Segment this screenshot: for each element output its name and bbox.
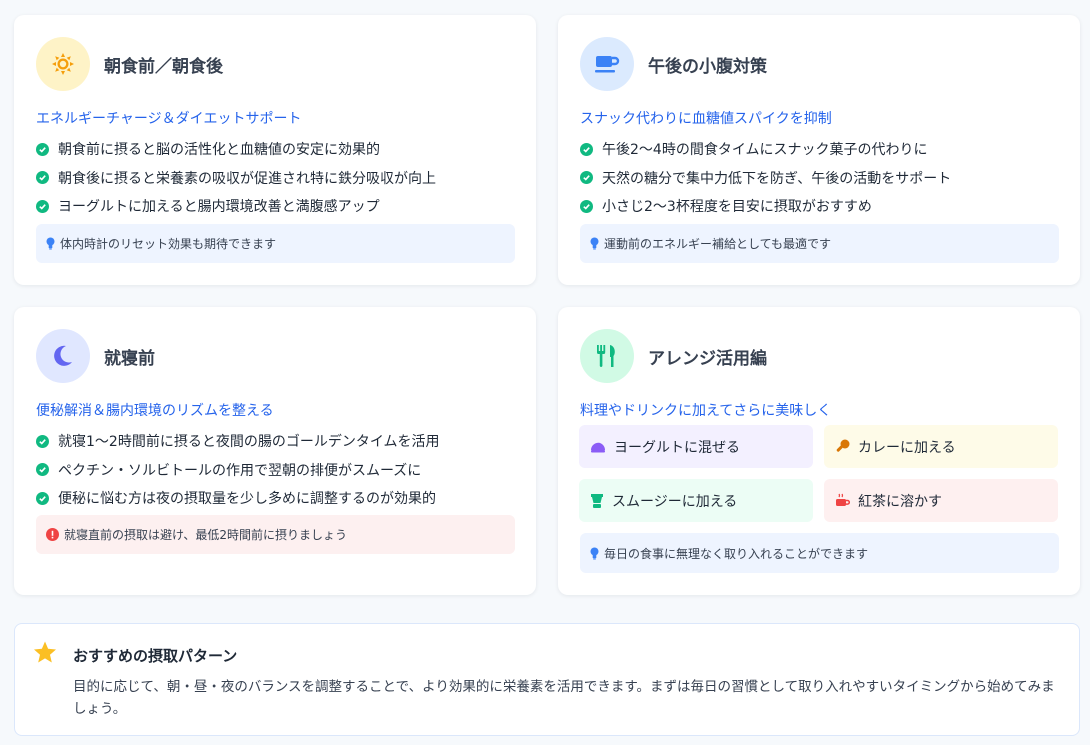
card-subtitle: 便秘解消＆腸内環境のリズムを整える: [36, 403, 274, 419]
blender-icon: [590, 493, 604, 509]
recommendation-text: 目的に応じて、朝・昼・夜のバランスを調整することで、より効果的に栄養素を活用でき…: [73, 679, 1055, 717]
tip-box: 運動前のエネルギー補給としても最適です: [580, 224, 1059, 263]
ice-cream-icon: [590, 441, 606, 453]
arrangement-smoothie: スムージーに加える: [579, 479, 813, 522]
tip-text: 体内時計のリセット効果も期待できます: [60, 237, 277, 251]
card-header: 就寝前: [36, 329, 155, 383]
arrangement-label: スムージーに加える: [612, 493, 738, 510]
card-header: 朝食前／朝食後: [36, 37, 223, 91]
list-item-text: 朝食後に摂ると栄養素の吸収が促進され特に鉄分吸収が向上: [58, 170, 436, 187]
sun-icon: [36, 37, 90, 91]
recommendation-title: おすすめの摂取パターン: [73, 647, 238, 665]
lightbulb-icon: [590, 237, 599, 250]
coffee-cup-icon: [580, 37, 634, 91]
check-circle-icon: [36, 463, 49, 477]
list-item-text: 朝食前に摂ると脳の活性化と血糖値の安定に効果的: [58, 142, 380, 159]
card-subtitle: 料理やドリンクに加えてさらに美味しく: [580, 403, 832, 419]
benefit-list: 午後2～4時の間食タイムにスナック菓子の代わりに 天然の糖分で集中力低下を防ぎ、…: [580, 135, 951, 221]
card-bedtime: 就寝前 便秘解消＆腸内環境のリズムを整える 就寝1～2時間前に摂ると夜間の腸のゴ…: [14, 307, 536, 595]
list-item-text: 便秘に悩む方は夜の摂取量を少し多めに調整するのが効果的: [58, 491, 436, 508]
arrangement-curry: カレーに加える: [824, 425, 1058, 468]
check-circle-icon: [36, 171, 49, 185]
check-circle-icon: [580, 199, 593, 213]
tip-box: 体内時計のリセット効果も期待できます: [36, 224, 515, 263]
star-icon: [33, 641, 57, 668]
arrangement-label: ヨーグルトに混ぜる: [614, 439, 740, 456]
list-item-text: 午後2～4時の間食タイムにスナック菓子の代わりに: [602, 142, 928, 159]
warning-box: 就寝直前の摂取は避け、最低2時間前に摂りましょう: [36, 515, 515, 554]
check-circle-icon: [36, 199, 49, 213]
recommendation-panel: おすすめの摂取パターン 目的に応じて、朝・昼・夜のバランスを調整することで、より…: [14, 623, 1080, 736]
benefit-list: 朝食前に摂ると脳の活性化と血糖値の安定に効果的 朝食後に摂ると栄養素の吸収が促進…: [36, 135, 436, 221]
list-item: 天然の糖分で集中力低下を防ぎ、午後の活動をサポート: [580, 164, 951, 193]
moon-icon: [36, 329, 90, 383]
list-item-text: 就寝1～2時間前に摂ると夜間の腸のゴールデンタイムを活用: [58, 434, 440, 451]
arrangement-yogurt: ヨーグルトに混ぜる: [579, 425, 813, 468]
card-header: アレンジ活用編: [580, 329, 767, 383]
check-circle-icon: [36, 434, 49, 448]
tip-box: 毎日の食事に無理なく取り入れることができます: [580, 533, 1059, 573]
list-item: 朝食前に摂ると脳の活性化と血糖値の安定に効果的: [36, 135, 436, 164]
card-subtitle: スナック代わりに血糖値スパイクを抑制: [580, 111, 832, 127]
lightbulb-icon: [590, 547, 599, 560]
drumstick-icon: [835, 439, 850, 454]
list-item-text: ヨーグルトに加えると腸内環境改善と満腹感アップ: [58, 199, 380, 216]
list-item: 就寝1～2時間前に摂ると夜間の腸のゴールデンタイムを活用: [36, 427, 440, 456]
card-subtitle: エネルギーチャージ＆ダイエットサポート: [36, 111, 302, 127]
arrangement-tea: 紅茶に溶かす: [824, 479, 1058, 522]
warning-text: 就寝直前の摂取は避け、最低2時間前に摂りましょう: [64, 528, 348, 542]
list-item: 小さじ2～3杯程度を目安に摂取がおすすめ: [580, 192, 951, 221]
lightbulb-icon: [46, 237, 55, 250]
arrangement-label: カレーに加える: [858, 439, 956, 456]
card-header: 午後の小腹対策: [580, 37, 767, 91]
check-circle-icon: [580, 142, 593, 156]
card-arrangements: アレンジ活用編 料理やドリンクに加えてさらに美味しく ヨーグルトに混ぜる カレー…: [558, 307, 1080, 595]
mug-hot-icon: [835, 493, 850, 508]
list-item: ペクチン・ソルビトールの作用で翌朝の排便がスムーズに: [36, 456, 440, 485]
list-item-text: ペクチン・ソルビトールの作用で翌朝の排便がスムーズに: [58, 462, 422, 479]
check-circle-icon: [36, 142, 49, 156]
card-morning: 朝食前／朝食後 エネルギーチャージ＆ダイエットサポート 朝食前に摂ると脳の活性化…: [14, 15, 536, 285]
list-item-text: 天然の糖分で集中力低下を防ぎ、午後の活動をサポート: [602, 170, 952, 187]
card-title: 就寝前: [104, 348, 155, 369]
list-item: 便秘に悩む方は夜の摂取量を少し多めに調整するのが効果的: [36, 484, 440, 513]
check-circle-icon: [36, 491, 49, 505]
list-item: 午後2～4時の間食タイムにスナック菓子の代わりに: [580, 135, 951, 164]
list-item: ヨーグルトに加えると腸内環境改善と満腹感アップ: [36, 192, 436, 221]
tip-text: 毎日の食事に無理なく取り入れることができます: [604, 546, 869, 561]
arrangement-label: 紅茶に溶かす: [858, 493, 942, 510]
list-item: 朝食後に摂ると栄養素の吸収が促進され特に鉄分吸収が向上: [36, 164, 436, 193]
card-title: アレンジ活用編: [648, 348, 767, 369]
card-title: 午後の小腹対策: [648, 56, 767, 77]
card-title: 朝食前／朝食後: [104, 56, 223, 77]
check-circle-icon: [580, 171, 593, 185]
exclamation-circle-icon: [46, 528, 59, 541]
tip-text: 運動前のエネルギー補給としても最適です: [604, 237, 832, 251]
list-item-text: 小さじ2～3杯程度を目安に摂取がおすすめ: [602, 199, 872, 216]
benefit-list: 就寝1～2時間前に摂ると夜間の腸のゴールデンタイムを活用 ペクチン・ソルビトール…: [36, 427, 440, 513]
card-afternoon: 午後の小腹対策 スナック代わりに血糖値スパイクを抑制 午後2～4時の間食タイムに…: [558, 15, 1080, 285]
utensils-icon: [580, 329, 634, 383]
